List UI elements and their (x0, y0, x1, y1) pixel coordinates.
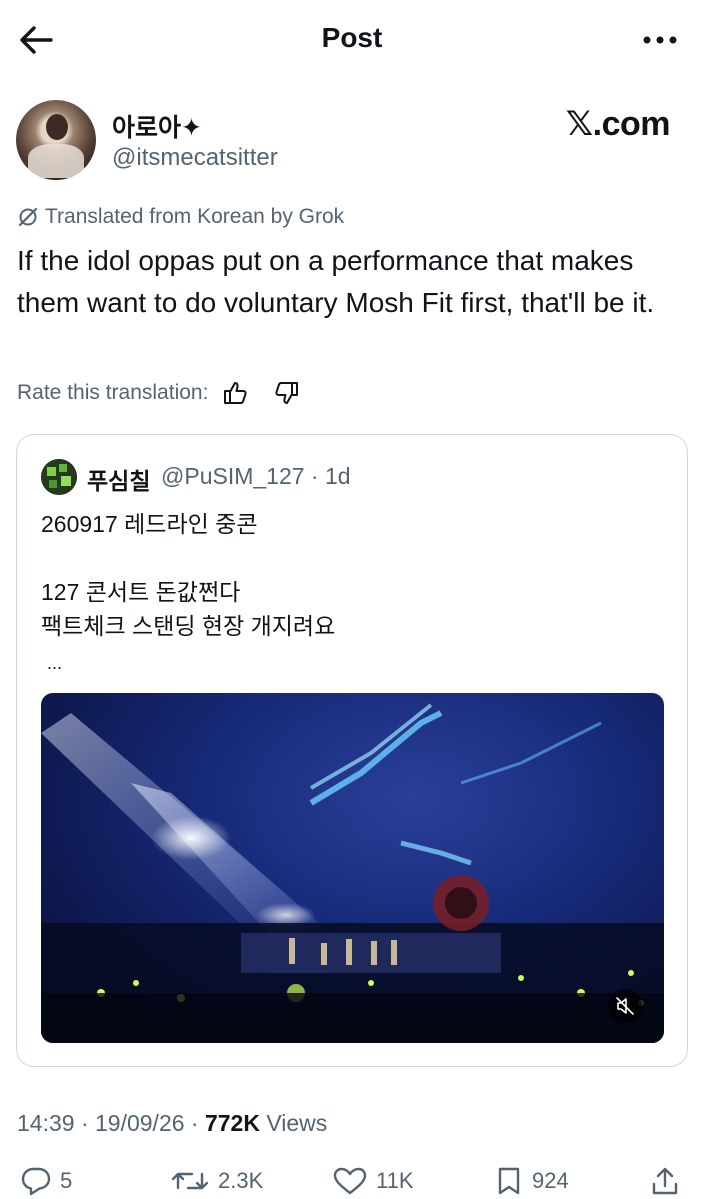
bookmark-icon (498, 1167, 520, 1195)
like-count: 11K (376, 1168, 414, 1193)
quoted-post-video[interactable] (41, 693, 664, 1043)
rate-translation-label: Rate this translation: (17, 381, 209, 404)
more-options-button[interactable] (638, 22, 682, 58)
top-bar: Post (0, 0, 704, 80)
repost-button[interactable]: 2.3K (170, 1166, 263, 1196)
quoted-post-ellipsis: ... (47, 653, 63, 673)
concert-video-frame (41, 703, 664, 1043)
share-button[interactable] (650, 1166, 680, 1196)
heart-icon (333, 1167, 367, 1195)
x-watermark: 𝕏.com (565, 105, 671, 143)
thumbs-down-icon[interactable] (272, 378, 302, 408)
tweet-text: If the idol oppas put on a performance t… (17, 245, 655, 318)
grok-icon (18, 207, 38, 227)
author-handle[interactable]: @itsmecatsitter (112, 144, 278, 172)
quoted-post-text: 260917 레드라인 중콘 127 콘서트 돈값쩐다 팩트체크 스탠딩 현장 … (41, 511, 336, 639)
quoted-author-name: 푸심칠 (87, 468, 151, 494)
quoted-author-avatar (41, 459, 77, 495)
page-title: Post (321, 22, 383, 53)
author-avatar[interactable] (16, 100, 96, 180)
reply-icon (21, 1167, 51, 1196)
translation-notice-text: Translated from Korean by Grok (45, 205, 345, 228)
reply-count: 5 (60, 1168, 73, 1193)
bookmark-count: 924 (532, 1168, 569, 1193)
bookmark-button[interactable]: 924 (494, 1166, 569, 1196)
post-timestamp[interactable]: 14:39 · 19/09/26 · (17, 1110, 205, 1136)
more-horizontal-icon (643, 36, 677, 44)
views-label: Views (259, 1110, 328, 1136)
thumbs-up-icon[interactable] (220, 378, 250, 408)
reply-button[interactable]: 5 (20, 1166, 72, 1196)
author-display-name[interactable]: 아로아✦ (112, 108, 202, 144)
quoted-author-handle: @PuSIM_127 · 1d (161, 463, 351, 489)
repost-count: 2.3K (218, 1168, 264, 1193)
repost-icon (171, 1172, 209, 1190)
like-button[interactable]: 11K (332, 1166, 414, 1196)
volume-off-icon (616, 997, 634, 1015)
rate-translation: Rate this translation: (17, 378, 302, 408)
mute-button[interactable] (608, 989, 642, 1023)
action-bar: 5 2.3K 11K 924 (0, 1166, 704, 1199)
translation-notice: Translated from Korean by Grok (17, 205, 344, 229)
quoted-post[interactable]: 푸심칠 @PuSIM_127 · 1d 260917 레드라인 중콘 127 콘… (16, 434, 688, 1067)
post-meta: 14:39 · 19/09/26 · 772K Views (17, 1110, 327, 1137)
views-count: 772K (204, 1110, 260, 1136)
share-icon (652, 1167, 678, 1195)
